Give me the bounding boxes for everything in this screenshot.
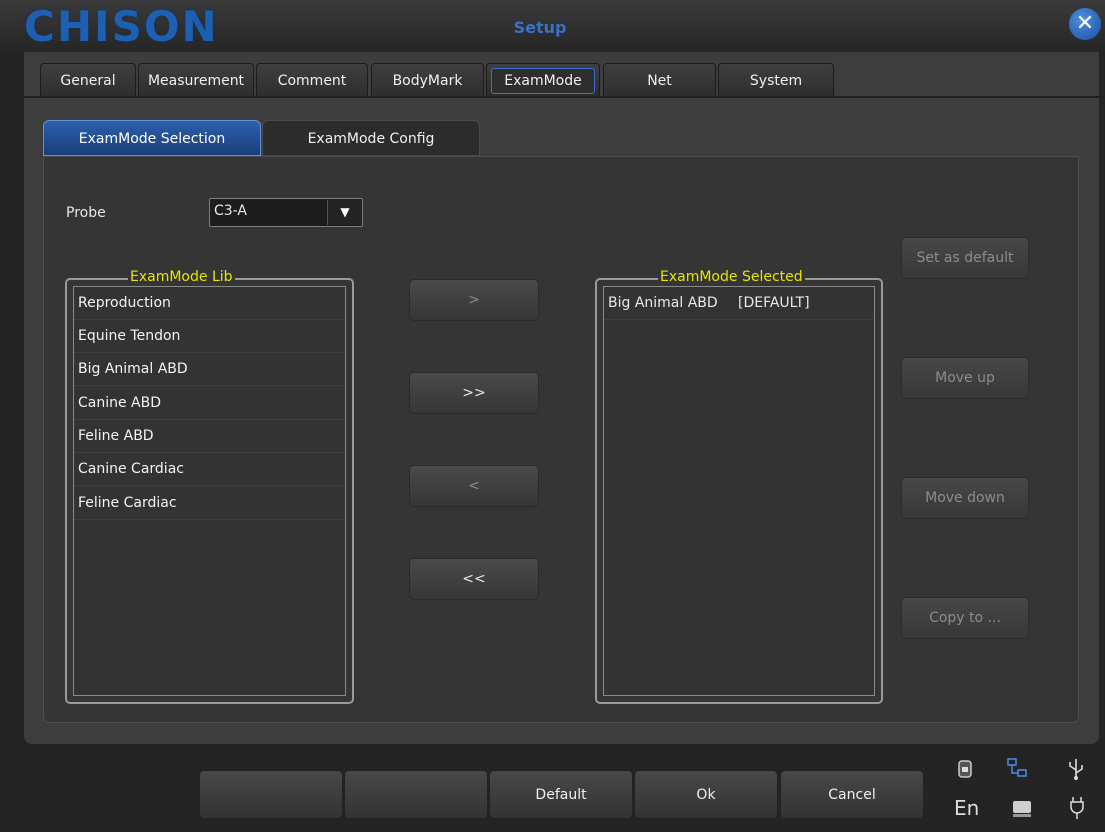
cancel-button[interactable]: Cancel xyxy=(780,770,924,819)
tab-net[interactable]: Net xyxy=(603,63,716,96)
subtab-exammode-selection[interactable]: ExamMode Selection xyxy=(43,120,261,156)
exammode-selected-list[interactable] xyxy=(603,286,875,696)
tab-general[interactable]: General xyxy=(40,63,136,96)
lib-list-item[interactable]: Canine ABD xyxy=(74,387,344,420)
footer-blank-button[interactable] xyxy=(199,770,343,819)
add-button[interactable]: > xyxy=(409,279,539,321)
printer-icon xyxy=(954,758,976,780)
disk-icon xyxy=(1010,796,1034,820)
set-as-default-button[interactable]: Set as default xyxy=(901,237,1029,279)
remove-button[interactable]: < xyxy=(409,465,539,507)
tab-divider xyxy=(24,96,1099,98)
tab-exammode[interactable]: ExamMode xyxy=(486,63,600,96)
power-plug-icon xyxy=(1066,794,1088,822)
lib-list-item[interactable]: Equine Tendon xyxy=(74,320,344,353)
selected-list-item[interactable]: Big Animal ABD [DEFAULT] xyxy=(604,287,874,320)
lib-list-item[interactable]: Reproduction xyxy=(74,287,344,320)
tab-label: Comment xyxy=(277,73,347,89)
tab-label: Net xyxy=(647,73,672,89)
tab-label: BodyMark xyxy=(392,73,463,89)
lib-list-item[interactable]: Canine Cardiac xyxy=(74,453,344,486)
probe-value: C3-A xyxy=(214,203,248,219)
tab-system[interactable]: System xyxy=(718,63,834,96)
lib-list-item[interactable]: Big Animal ABD xyxy=(74,353,344,386)
window-title: Setup xyxy=(513,18,567,37)
tab-label: System xyxy=(749,73,803,89)
exammode-selected-title: ExamMode Selected xyxy=(658,269,805,285)
subtab-exammode-config[interactable]: ExamMode Config xyxy=(262,120,480,156)
exammode-lib-title: ExamMode Lib xyxy=(128,269,235,285)
remove-all-button[interactable]: << xyxy=(409,558,539,600)
network-icon xyxy=(1005,756,1029,780)
lib-list-item[interactable]: Feline Cardiac xyxy=(74,487,344,520)
copy-to-button[interactable]: Copy to ... xyxy=(901,597,1029,639)
probe-label: Probe xyxy=(66,205,106,221)
lib-list-item[interactable]: Feline ABD xyxy=(74,420,344,453)
tab-measurement[interactable]: Measurement xyxy=(138,63,254,96)
move-up-button[interactable]: Move up xyxy=(901,357,1029,399)
usb-icon xyxy=(1064,756,1088,782)
selected-item-name: Big Animal ABD xyxy=(608,295,718,311)
add-all-button[interactable]: >> xyxy=(409,372,539,414)
tab-label: Measurement xyxy=(147,73,245,89)
ok-button[interactable]: Ok xyxy=(634,770,778,819)
move-down-button[interactable]: Move down xyxy=(901,477,1029,519)
brand-logo: CHISON xyxy=(24,2,219,51)
tab-label: ExamMode xyxy=(491,68,595,94)
dropdown-arrow-icon[interactable]: ▼ xyxy=(327,200,362,225)
tab-comment[interactable]: Comment xyxy=(256,63,368,96)
close-icon[interactable]: ✕ xyxy=(1069,8,1101,40)
footer-blank-button[interactable] xyxy=(344,770,488,819)
selected-item-tag: [DEFAULT] xyxy=(738,295,810,311)
tab-label: General xyxy=(60,73,116,89)
language-indicator[interactable]: En xyxy=(954,796,979,820)
default-button[interactable]: Default xyxy=(489,770,633,819)
tab-bodymark[interactable]: BodyMark xyxy=(371,63,484,96)
